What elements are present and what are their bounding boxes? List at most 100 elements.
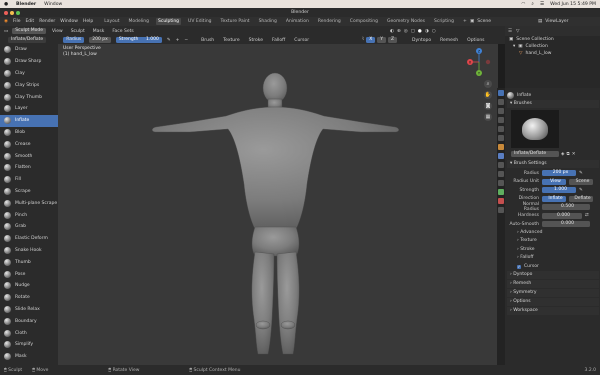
subpanel-advanced[interactable]: › Advanced: [507, 229, 599, 238]
menu-render[interactable]: Render: [39, 19, 55, 24]
physics-tab-icon[interactable]: [498, 171, 504, 177]
modifier-tab-icon[interactable]: [498, 153, 504, 159]
radius-unit-view[interactable]: View: [542, 178, 566, 185]
tool-draw[interactable]: Draw: [0, 44, 58, 56]
shading-solid-icon[interactable]: ●: [418, 29, 422, 34]
dropdown-falloff[interactable]: Falloff: [270, 38, 287, 43]
tool-blob[interactable]: Blob: [0, 127, 58, 139]
tab-sculpting[interactable]: Sculpting: [156, 18, 182, 25]
direction-add-icon[interactable]: +: [176, 38, 180, 43]
shading-rendered-icon[interactable]: ○: [432, 29, 436, 34]
gizmo-toggle-icon[interactable]: ⊕: [397, 29, 401, 34]
symmetry-x[interactable]: X: [366, 37, 376, 43]
tool-clay-strips[interactable]: Clay Strips: [0, 79, 58, 91]
menu-sculpt[interactable]: Sculpt: [69, 29, 87, 34]
menu-mask[interactable]: Mask: [91, 29, 107, 34]
navigation-gizmo[interactable]: Z X Y: [462, 47, 496, 77]
control-center-icon[interactable]: ☰: [540, 2, 544, 7]
outliner-scene-collection[interactable]: ▣ Scene Collection: [505, 36, 600, 43]
3d-viewport[interactable]: [58, 44, 498, 365]
tab-rendering[interactable]: Rendering: [316, 18, 343, 25]
wifi-icon[interactable]: ◠: [521, 2, 525, 7]
viewlayer-selector[interactable]: ▤ ViewLayer: [538, 19, 569, 24]
autosmooth-field[interactable]: 0.000: [542, 221, 590, 228]
dropdown-cursor[interactable]: Cursor: [292, 38, 311, 43]
pressure-strength-icon[interactable]: ✎: [167, 38, 171, 43]
tab-uv-editing[interactable]: UV Editing: [186, 18, 213, 25]
outliner-editor-icon[interactable]: ☰: [508, 29, 512, 34]
tab-modeling[interactable]: Modeling: [127, 18, 151, 25]
apple-icon[interactable]: ●: [4, 2, 8, 7]
camera-view-icon[interactable]: ◙: [484, 102, 492, 110]
object-tab-icon[interactable]: [498, 144, 504, 150]
tool-rotate[interactable]: Rotate: [0, 292, 58, 304]
radius-field[interactable]: 200 px: [89, 37, 111, 43]
tool-snake-hook[interactable]: Snake Hook: [0, 245, 58, 257]
tool-multiplane-scrape[interactable]: Multi-plane Scrape: [0, 197, 58, 209]
tab-compositing[interactable]: Compositing: [348, 18, 380, 25]
mode-selector[interactable]: Sculpt Mode: [12, 28, 47, 34]
zoom-icon[interactable]: ⌕: [484, 80, 492, 88]
tool-flatten[interactable]: Flatten: [0, 162, 58, 174]
dropdown-texture[interactable]: Texture: [221, 38, 241, 43]
sculpt-mesh[interactable]: [58, 44, 498, 365]
add-workspace-button[interactable]: +: [461, 18, 469, 25]
view-layer-tab-icon[interactable]: [498, 117, 504, 123]
symmetry-y[interactable]: Y: [377, 37, 387, 43]
tab-geometry-nodes[interactable]: Geometry Nodes: [385, 18, 427, 25]
tool-pose[interactable]: Pose: [0, 268, 58, 280]
tool-clay[interactable]: Clay: [0, 68, 58, 80]
radius-field[interactable]: 200 px: [542, 170, 576, 177]
tool-slide-relax[interactable]: Slide Relax: [0, 304, 58, 316]
tool-clay-thumb[interactable]: Clay Thumb: [0, 91, 58, 103]
direction-subtract-icon[interactable]: −: [184, 38, 188, 43]
search-icon[interactable]: ⌕: [531, 1, 534, 7]
overlay-toggle-icon[interactable]: ◎: [404, 29, 408, 34]
brush-selector[interactable]: Inflate/Deflate: [8, 37, 47, 43]
section-brush-settings[interactable]: ▾ Brush Settings: [507, 160, 599, 168]
tool-crease[interactable]: Crease: [0, 138, 58, 150]
section-dyntopo[interactable]: › Dyntopo: [507, 271, 599, 280]
cursor-checkbox[interactable]: ✓: [517, 265, 521, 270]
pressure-strength-prop-icon[interactable]: ✎: [579, 188, 583, 193]
subpanel-falloff[interactable]: › Falloff: [507, 254, 599, 263]
brush-preview[interactable]: [511, 110, 559, 148]
fake-user-icon[interactable]: ◈: [561, 152, 564, 157]
menu-window[interactable]: Window: [60, 19, 78, 24]
pressure-radius-icon[interactable]: ✎: [579, 171, 583, 176]
tab-scripting[interactable]: Scripting: [432, 18, 456, 25]
tool-tab-icon[interactable]: [498, 90, 504, 96]
texture-tab-icon[interactable]: [498, 207, 504, 213]
blender-logo-icon[interactable]: ◉: [4, 19, 8, 24]
tool-thumb[interactable]: Thumb: [0, 256, 58, 268]
tab-shading[interactable]: Shading: [257, 18, 279, 25]
dropdown-remesh[interactable]: Remesh: [438, 38, 460, 43]
constraints-tab-icon[interactable]: [498, 180, 504, 186]
maximize-window-button[interactable]: [16, 10, 20, 15]
tool-smooth[interactable]: Smooth: [0, 150, 58, 162]
gizmo-neg-x-axis[interactable]: [485, 59, 491, 65]
data-tab-icon[interactable]: [498, 189, 504, 195]
shading-material-icon[interactable]: ◑: [425, 29, 429, 34]
dropdown-brush[interactable]: Brush: [199, 38, 216, 43]
normal-radius-field[interactable]: 0.500: [542, 204, 590, 211]
tool-boundary[interactable]: Boundary: [0, 315, 58, 327]
tool-nudge[interactable]: Nudge: [0, 280, 58, 292]
symmetry-lock-icon[interactable]: ⌇: [362, 37, 364, 43]
visibility-icon[interactable]: ◐: [390, 29, 394, 34]
close-window-button[interactable]: [4, 10, 8, 15]
menu-file[interactable]: File: [13, 19, 21, 24]
menu-help[interactable]: Help: [83, 19, 93, 24]
pan-hand-icon[interactable]: ✋: [484, 91, 492, 99]
scene-selector[interactable]: ▣ Scene: [470, 19, 491, 24]
tool-scrape[interactable]: Scrape: [0, 186, 58, 198]
ortho-grid-icon[interactable]: ▦: [484, 113, 492, 121]
tool-draw-sharp[interactable]: Draw Sharp: [0, 56, 58, 68]
subpanel-cursor[interactable]: ✓ Cursor: [507, 263, 599, 272]
section-brushes[interactable]: ▾ Brushes: [507, 100, 599, 108]
brush-name-field[interactable]: Inflate/Deflate: [511, 151, 559, 157]
unlink-brush-icon[interactable]: ✕: [572, 152, 576, 157]
minimize-window-button[interactable]: [10, 10, 14, 15]
particles-tab-icon[interactable]: [498, 162, 504, 168]
world-tab-icon[interactable]: [498, 135, 504, 141]
